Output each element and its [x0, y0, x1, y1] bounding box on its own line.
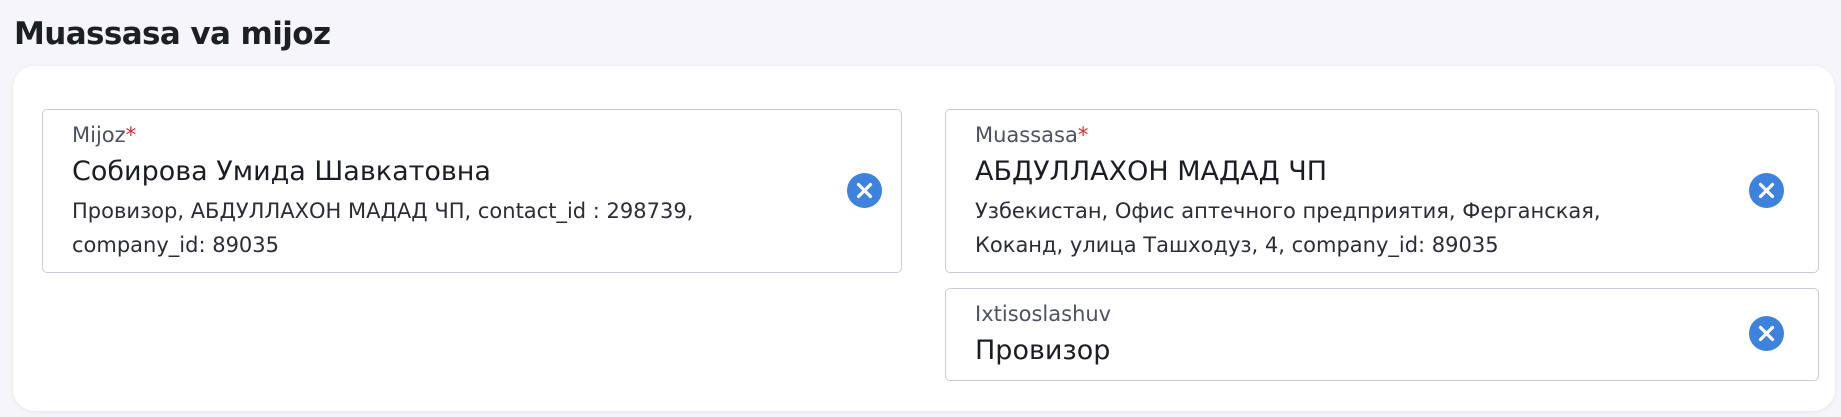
specialization-clear-button[interactable]	[1749, 316, 1784, 351]
institution-field-label: Muassasa*	[975, 122, 1088, 148]
institution-clear-button[interactable]	[1749, 173, 1784, 208]
specialization-field-label: Ixtisoslashuv	[975, 302, 1112, 326]
required-mark: *	[125, 123, 137, 147]
client-desc-line-1: Провизор, АБДУЛЛАХОН МАДАД ЧП, contact_i…	[72, 199, 694, 223]
institution-value: АБДУЛЛАХОН МАДАД ЧП	[975, 156, 1328, 187]
client-desc-line-2: company_id: 89035	[72, 233, 280, 257]
institution-client-card: Mijoz* Собирова Умида Шавкатовна Провизо…	[13, 66, 1835, 411]
required-mark: *	[1077, 123, 1089, 147]
close-circle-icon	[1758, 325, 1775, 342]
client-clear-button[interactable]	[847, 173, 882, 208]
close-circle-icon	[1758, 182, 1775, 199]
institution-field[interactable]: Muassasa* АБДУЛЛАХОН МАДАД ЧП Узбекистан…	[945, 109, 1819, 273]
close-circle-icon	[856, 182, 873, 199]
client-value: Собирова Умида Шавкатовна	[72, 156, 491, 187]
specialization-value: Провизор	[975, 335, 1111, 366]
section-title: Muassasa va mijoz	[14, 16, 331, 52]
client-label-text: Mijoz	[72, 123, 126, 147]
institution-label-text: Muassasa	[975, 123, 1078, 147]
specialization-field[interactable]: Ixtisoslashuv Провизор	[945, 288, 1819, 381]
client-field[interactable]: Mijoz* Собирова Умида Шавкатовна Провизо…	[42, 109, 902, 273]
client-field-label: Mijoz*	[72, 122, 136, 148]
institution-desc-line-2: Коканд, улица Ташходуз, 4, company_id: 8…	[975, 233, 1499, 257]
institution-desc-line-1: Узбекистан, Офис аптечного предприятия, …	[975, 199, 1601, 223]
